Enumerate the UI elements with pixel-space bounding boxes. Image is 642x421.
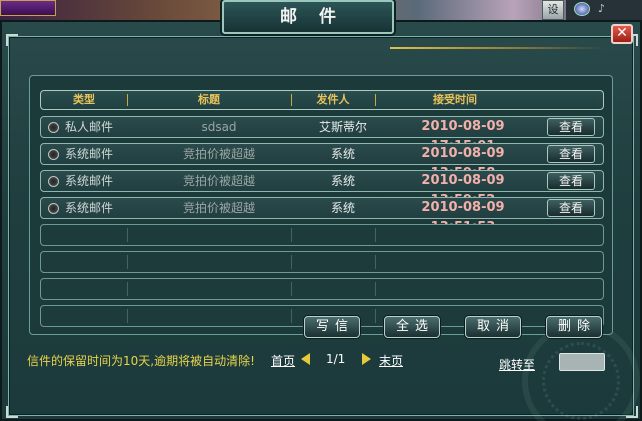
mail-sender: 系统 <box>330 147 355 161</box>
settings-tab[interactable]: 设 <box>542 0 564 20</box>
write-button[interactable]: 写信 <box>304 316 360 338</box>
view-button[interactable]: 查看 <box>547 199 595 217</box>
top-right-icon-tray: ♪ <box>566 0 642 20</box>
mail-type: 系统邮件 <box>65 147 114 161</box>
sound-icon[interactable]: ♪ <box>598 2 605 15</box>
column-divider <box>127 282 128 296</box>
column-divider <box>127 228 128 242</box>
column-divider <box>291 282 292 296</box>
mail-type: 私人邮件 <box>65 120 114 134</box>
header-received: 接受时间 <box>433 93 477 106</box>
column-divider <box>291 255 292 269</box>
empty-mail-row <box>40 224 604 246</box>
first-page-link[interactable]: 首页 <box>271 352 295 369</box>
last-page-link[interactable]: 末页 <box>379 352 403 369</box>
next-page-icon[interactable] <box>362 353 371 365</box>
cancel-button[interactable]: 取消 <box>465 316 521 338</box>
goto-page-link[interactable]: 跳转至 <box>499 356 535 373</box>
mail-row[interactable]: 系统邮件 竞拍价被超越 系统 2010-08-09 13:59:52 查看 <box>40 170 604 208</box>
mail-row[interactable]: 系统邮件 竞拍价被超越 系统 2010-08-09 13:51:53 查看 <box>40 197 604 235</box>
mail-type: 系统邮件 <box>65 201 114 215</box>
corner-ornament <box>6 34 18 46</box>
column-divider <box>375 309 376 323</box>
select-radio[interactable] <box>48 122 59 133</box>
empty-mail-row <box>40 278 604 300</box>
mail-sender: 系统 <box>330 201 355 215</box>
mail-row[interactable]: 私人邮件 sdsad 艾斯蒂尔 2010-08-09 17:15:01 查看 <box>40 116 604 154</box>
mail-title: 竞拍价被超越 <box>182 201 255 215</box>
column-divider <box>291 228 292 242</box>
mail-type: 系统邮件 <box>65 174 114 188</box>
goto-page-input[interactable] <box>559 353 605 371</box>
mail-received-time: 2010-08-09 17:15:01 <box>421 119 505 154</box>
window-title: 邮件 <box>280 7 358 27</box>
column-divider <box>127 309 128 323</box>
view-button[interactable]: 查看 <box>547 145 595 163</box>
close-button[interactable]: ✕ <box>611 24 633 44</box>
header-type: 类型 <box>73 93 95 106</box>
column-divider <box>375 228 376 242</box>
column-divider <box>127 255 128 269</box>
select-radio[interactable] <box>48 176 59 187</box>
mail-sender: 系统 <box>330 174 355 188</box>
table-header: 类型 标题 发件人 接受时间 <box>40 90 604 110</box>
view-button[interactable]: 查看 <box>547 118 595 136</box>
mail-received-time: 2010-08-09 13:51:53 <box>421 200 505 235</box>
select-all-button[interactable]: 全选 <box>384 316 440 338</box>
header-sender: 发件人 <box>316 93 350 106</box>
title-plaque: 邮件 <box>222 0 394 34</box>
mail-title: 竞拍价被超越 <box>182 147 255 161</box>
mail-row[interactable]: 系统邮件 竞拍价被超越 系统 2010-08-09 13:59:58 查看 <box>40 143 604 181</box>
empty-mail-row <box>40 251 604 273</box>
mail-sender: 艾斯蒂尔 <box>318 120 367 134</box>
close-icon: ✕ <box>616 25 628 41</box>
prev-page-icon[interactable] <box>301 353 310 365</box>
delete-button[interactable]: 删除 <box>546 316 602 338</box>
page-indicator: 1/1 <box>326 352 346 366</box>
view-button[interactable]: 查看 <box>547 172 595 190</box>
retention-notice: 信件的保留时间为10天,逾期将被自动清除! <box>27 354 255 368</box>
select-radio[interactable] <box>48 149 59 160</box>
avatar-frame[interactable] <box>0 0 56 16</box>
title-divider <box>390 47 605 49</box>
select-radio[interactable] <box>48 203 59 214</box>
mail-received-time: 2010-08-09 13:59:52 <box>421 173 505 208</box>
column-divider <box>291 309 292 323</box>
orb-icon[interactable] <box>574 2 590 16</box>
corner-ornament <box>6 406 18 418</box>
column-divider <box>375 255 376 269</box>
column-divider <box>375 282 376 296</box>
mail-table: 类型 标题 发件人 接受时间 私人邮件 sdsad 艾斯蒂尔 2010-08-0… <box>29 75 613 335</box>
mail-title: 竞拍价被超越 <box>182 174 255 188</box>
mail-received-time: 2010-08-09 13:59:58 <box>421 146 505 181</box>
header-title: 标题 <box>198 93 220 106</box>
mail-title: sdsad <box>201 120 237 134</box>
